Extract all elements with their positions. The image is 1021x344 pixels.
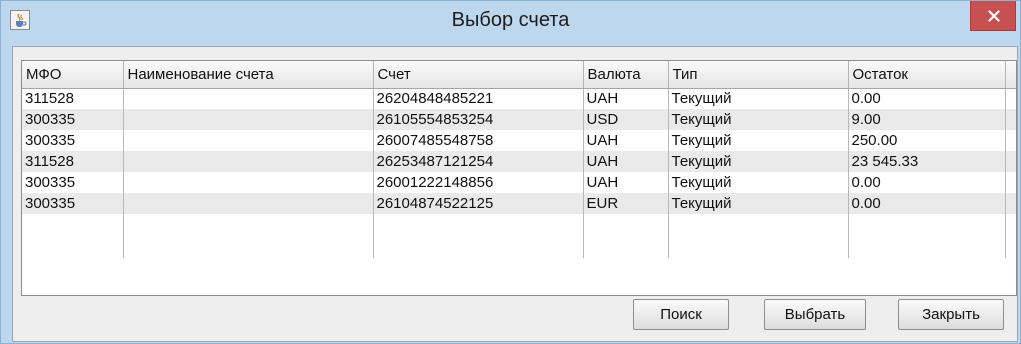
cell-mfo: 300335 bbox=[22, 172, 124, 193]
accounts-table[interactable]: МФО Наименование счета Счет Валюта Тип О… bbox=[21, 60, 1017, 296]
close-icon bbox=[988, 10, 1000, 22]
cell-currency: EUR bbox=[583, 193, 669, 214]
cell-account-name bbox=[123, 88, 374, 109]
cell-filler bbox=[1005, 151, 1016, 172]
cell-account: 26204848485221 bbox=[373, 88, 584, 109]
cell-type: Текущий bbox=[668, 172, 849, 193]
close-window-button[interactable] bbox=[970, 1, 1016, 31]
cell-filler bbox=[1005, 193, 1016, 214]
table-row[interactable]: 300335 26105554853254 USD Текущий 9.00 bbox=[22, 109, 1016, 130]
cell-account-name bbox=[123, 151, 374, 172]
cell-account: 26105554853254 bbox=[373, 109, 584, 130]
column-header-account-name[interactable]: Наименование счета bbox=[123, 61, 374, 89]
dialog-title: Выбор счета bbox=[451, 9, 570, 31]
close-button[interactable]: Закрыть bbox=[898, 299, 1004, 330]
title-bar[interactable]: Выбор счета bbox=[1, 1, 1020, 41]
cell-balance: 0.00 bbox=[848, 172, 1006, 193]
table-row[interactable]: 311528 26204848485221 UAH Текущий 0.00 bbox=[22, 88, 1016, 109]
cell-currency: UAH bbox=[583, 151, 669, 172]
cell-currency: USD bbox=[583, 109, 669, 130]
cell-filler bbox=[1005, 172, 1016, 193]
cell-filler bbox=[1005, 109, 1016, 130]
cell-account: 26253487121254 bbox=[373, 151, 584, 172]
cell-mfo: 300335 bbox=[22, 193, 124, 214]
cell-type: Текущий bbox=[668, 109, 849, 130]
cell-mfo: 300335 bbox=[22, 109, 124, 130]
cell-type: Текущий bbox=[668, 193, 849, 214]
select-button[interactable]: Выбрать bbox=[764, 299, 866, 330]
cell-currency: UAH bbox=[583, 88, 669, 109]
cell-type: Текущий bbox=[668, 88, 849, 109]
column-header-mfo[interactable]: МФО bbox=[22, 61, 124, 89]
cell-type: Текущий bbox=[668, 130, 849, 151]
cell-mfo: 300335 bbox=[22, 130, 124, 151]
cell-balance: 23 545.33 bbox=[848, 151, 1006, 172]
dialog-content: МФО Наименование счета Счет Валюта Тип О… bbox=[12, 46, 1018, 342]
cell-mfo: 311528 bbox=[22, 88, 124, 109]
column-header-type[interactable]: Тип bbox=[668, 61, 849, 89]
account-selection-dialog: Выбор счета МФО Наименование счета Счет bbox=[0, 0, 1021, 344]
column-header-filler bbox=[1005, 61, 1016, 89]
cell-balance: 0.00 bbox=[848, 193, 1006, 214]
cell-account-name bbox=[123, 109, 374, 130]
table-row[interactable]: 300335 26104874522125 EUR Текущий 0.00 bbox=[22, 193, 1016, 214]
cell-balance: 250.00 bbox=[848, 130, 1006, 151]
cell-type: Текущий bbox=[668, 151, 849, 172]
cell-account-name bbox=[123, 172, 374, 193]
cell-currency: UAH bbox=[583, 172, 669, 193]
table-row[interactable]: 300335 26001222148856 UAH Текущий 0.00 bbox=[22, 172, 1016, 193]
table-row[interactable]: 311528 26253487121254 UAH Текущий 23 545… bbox=[22, 151, 1016, 172]
table-header-row: МФО Наименование счета Счет Валюта Тип О… bbox=[22, 61, 1016, 89]
search-button[interactable]: Поиск bbox=[633, 299, 729, 330]
table-empty-row bbox=[22, 214, 1016, 258]
cell-account-name bbox=[123, 130, 374, 151]
column-header-currency[interactable]: Валюта bbox=[583, 61, 669, 89]
cell-account-name bbox=[123, 193, 374, 214]
cell-currency: UAH bbox=[583, 130, 669, 151]
cell-account: 26007485548758 bbox=[373, 130, 584, 151]
cell-mfo: 311528 bbox=[22, 151, 124, 172]
cell-balance: 0.00 bbox=[848, 88, 1006, 109]
table-row[interactable]: 300335 26007485548758 UAH Текущий 250.00 bbox=[22, 130, 1016, 151]
column-header-balance[interactable]: Остаток bbox=[848, 61, 1006, 89]
cell-account: 26001222148856 bbox=[373, 172, 584, 193]
cell-account: 26104874522125 bbox=[373, 193, 584, 214]
cell-filler bbox=[1005, 130, 1016, 151]
cell-filler bbox=[1005, 88, 1016, 109]
column-header-account[interactable]: Счет bbox=[373, 61, 584, 89]
cell-balance: 9.00 bbox=[848, 109, 1006, 130]
